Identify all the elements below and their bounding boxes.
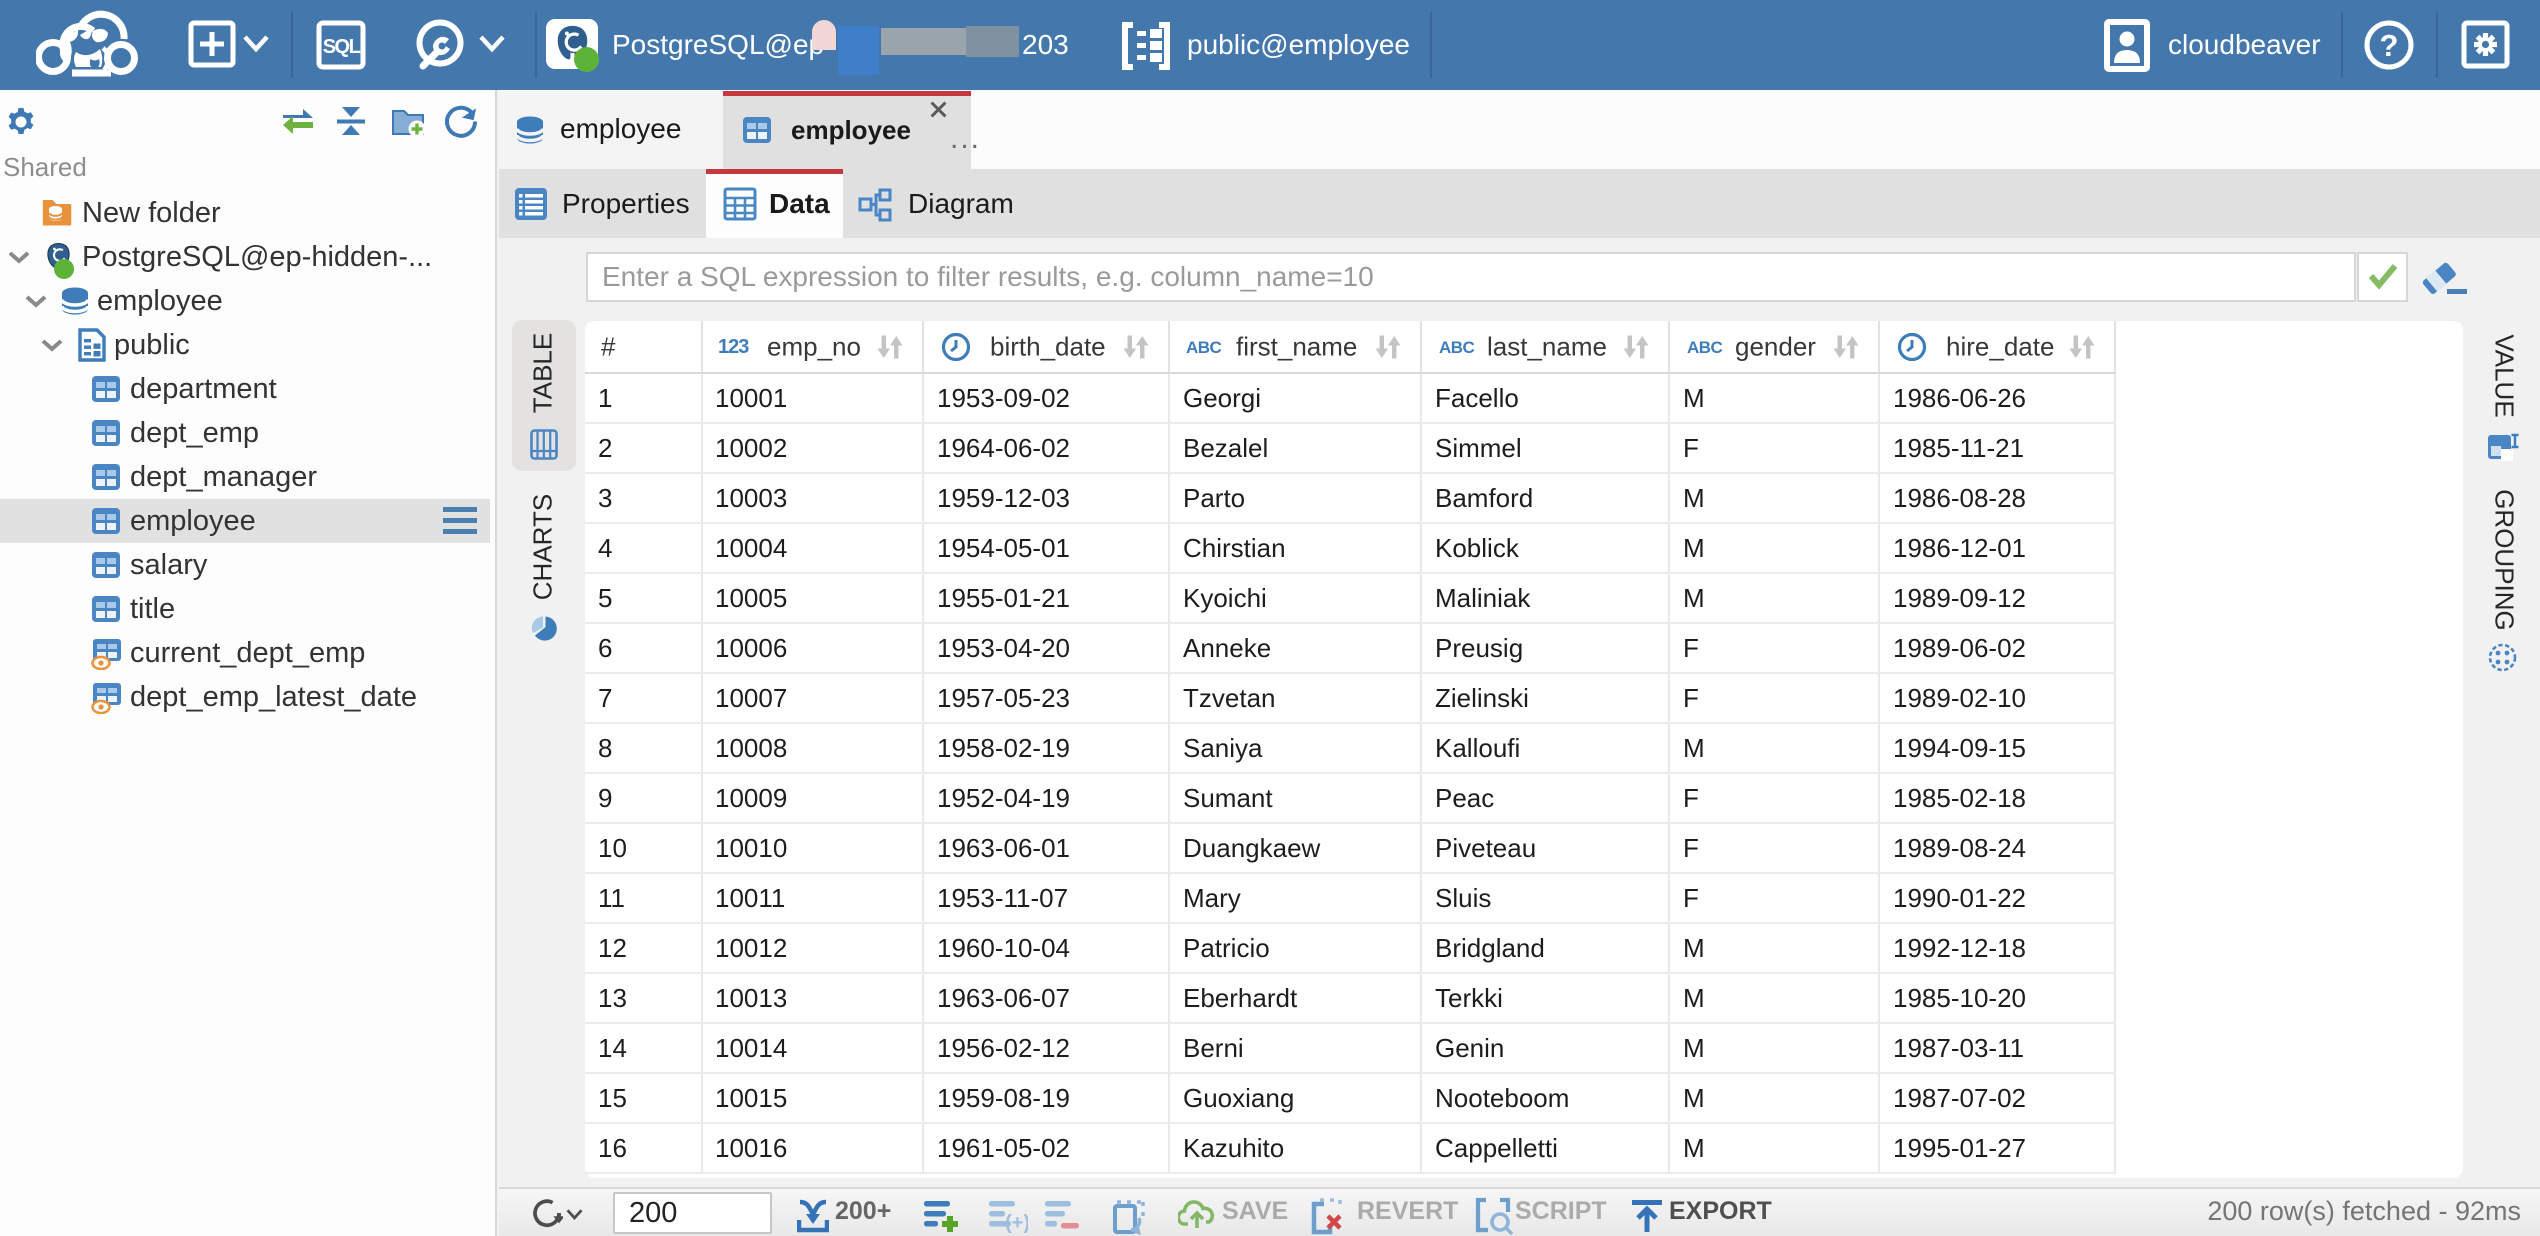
- svg-text:SQL: SQL: [323, 36, 361, 58]
- svg-text:ABC: ABC: [1439, 338, 1475, 357]
- svg-text:?: ?: [2380, 28, 2399, 63]
- svg-text:ABC: ABC: [1186, 338, 1222, 357]
- svg-text:123: 123: [718, 337, 749, 357]
- svg-text:(+): (+): [1005, 1212, 1028, 1234]
- svg-text:ABC: ABC: [1687, 338, 1723, 357]
